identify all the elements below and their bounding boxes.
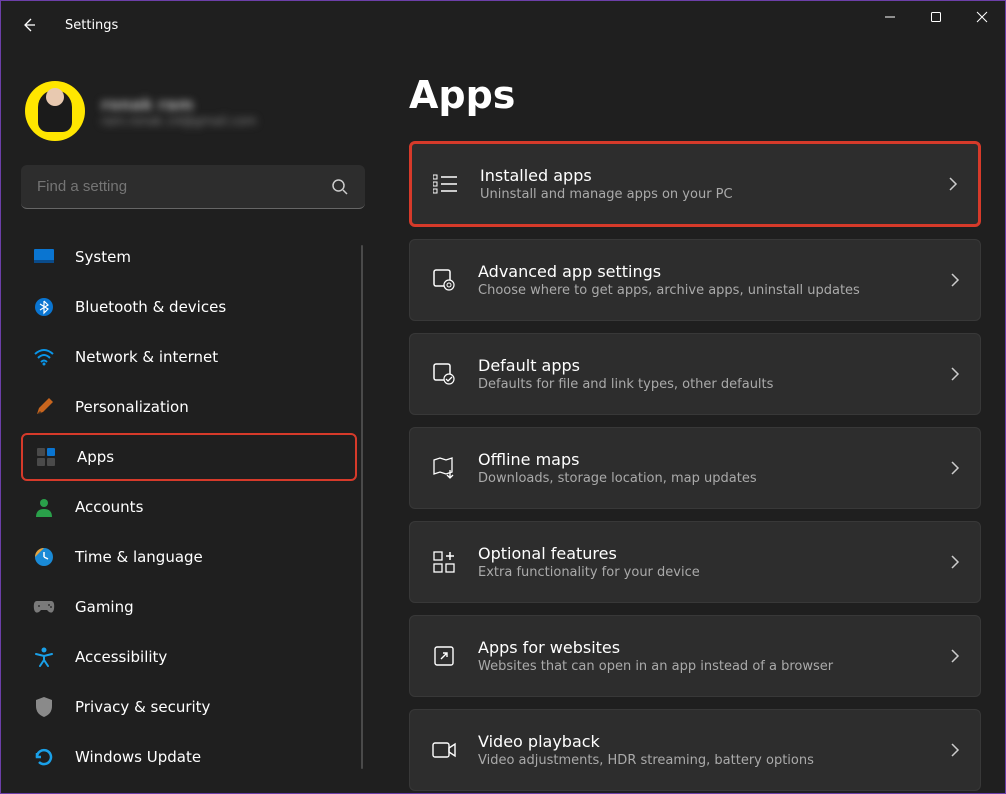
app-title: Settings bbox=[65, 18, 118, 33]
card-title: Installed apps bbox=[480, 166, 928, 185]
card-installed-apps[interactable]: Installed apps Uninstall and manage apps… bbox=[409, 141, 981, 227]
sidebar-item-bluetooth[interactable]: Bluetooth & devices bbox=[21, 283, 357, 331]
card-video-playback[interactable]: Video playback Video adjustments, HDR st… bbox=[409, 709, 981, 791]
app-check-icon bbox=[430, 360, 458, 388]
chevron-right-icon bbox=[950, 742, 960, 758]
list-icon bbox=[432, 170, 460, 198]
search-input[interactable] bbox=[37, 178, 331, 195]
sidebar-item-label: Gaming bbox=[75, 598, 134, 616]
user-profile[interactable]: ronak ram ram.ronak.14@gmail.com bbox=[25, 81, 361, 141]
sidebar-item-label: Windows Update bbox=[75, 748, 201, 766]
close-button[interactable] bbox=[959, 1, 1005, 33]
sidebar-item-label: Bluetooth & devices bbox=[75, 298, 226, 316]
card-desc: Extra functionality for your device bbox=[478, 565, 930, 580]
sidebar-item-label: Accessibility bbox=[75, 648, 167, 666]
back-button[interactable] bbox=[9, 5, 49, 45]
brush-icon bbox=[33, 396, 55, 418]
card-desc: Choose where to get apps, archive apps, … bbox=[478, 283, 930, 298]
card-title: Offline maps bbox=[478, 450, 930, 469]
card-default-apps[interactable]: Default apps Defaults for file and link … bbox=[409, 333, 981, 415]
clock-icon bbox=[33, 546, 55, 568]
sidebar-item-privacy[interactable]: Privacy & security bbox=[21, 683, 357, 731]
user-name: ronak ram bbox=[101, 95, 257, 114]
card-desc: Downloads, storage location, map updates bbox=[478, 471, 930, 486]
chevron-right-icon bbox=[950, 460, 960, 476]
sidebar-item-gaming[interactable]: Gaming bbox=[21, 583, 357, 631]
card-offline-maps[interactable]: Offline maps Downloads, storage location… bbox=[409, 427, 981, 509]
sidebar-item-label: Network & internet bbox=[75, 348, 218, 366]
card-apps-for-websites[interactable]: Apps for websites Websites that can open… bbox=[409, 615, 981, 697]
open-link-icon bbox=[430, 642, 458, 670]
nav-scrollbar[interactable] bbox=[361, 245, 363, 769]
sidebar-item-label: Privacy & security bbox=[75, 698, 210, 716]
sidebar-item-accounts[interactable]: Accounts bbox=[21, 483, 357, 531]
main-content: Apps Installed apps Uninstall and manage… bbox=[381, 49, 1005, 793]
sidebar-item-update[interactable]: Windows Update bbox=[21, 733, 357, 781]
sidebar-item-label: Time & language bbox=[75, 548, 203, 566]
sidebar-item-accessibility[interactable]: Accessibility bbox=[21, 633, 357, 681]
sidebar-item-personalization[interactable]: Personalization bbox=[21, 383, 357, 431]
sidebar-item-system[interactable]: System bbox=[21, 233, 357, 281]
sidebar-item-label: System bbox=[75, 248, 131, 266]
search-box[interactable] bbox=[21, 165, 365, 209]
app-gear-icon bbox=[430, 266, 458, 294]
maximize-button[interactable] bbox=[913, 1, 959, 33]
shield-icon bbox=[33, 696, 55, 718]
chevron-right-icon bbox=[948, 176, 958, 192]
sidebar-item-label: Personalization bbox=[75, 398, 189, 416]
person-icon bbox=[33, 496, 55, 518]
card-title: Advanced app settings bbox=[478, 262, 930, 281]
card-title: Video playback bbox=[478, 732, 930, 751]
card-advanced-app-settings[interactable]: Advanced app settings Choose where to ge… bbox=[409, 239, 981, 321]
card-desc: Uninstall and manage apps on your PC bbox=[480, 187, 928, 202]
sidebar: ronak ram ram.ronak.14@gmail.com System … bbox=[1, 49, 381, 793]
chevron-right-icon bbox=[950, 554, 960, 570]
display-icon bbox=[33, 246, 55, 268]
nav-list: System Bluetooth & devices Network & int… bbox=[21, 233, 365, 781]
card-title: Apps for websites bbox=[478, 638, 930, 657]
card-optional-features[interactable]: Optional features Extra functionality fo… bbox=[409, 521, 981, 603]
minimize-button[interactable] bbox=[867, 1, 913, 33]
sidebar-item-label: Apps bbox=[77, 448, 114, 466]
sidebar-item-label: Accounts bbox=[75, 498, 143, 516]
map-download-icon bbox=[430, 454, 458, 482]
chevron-right-icon bbox=[950, 272, 960, 288]
card-desc: Websites that can open in an app instead… bbox=[478, 659, 930, 674]
apps-icon bbox=[35, 446, 57, 468]
card-desc: Defaults for file and link types, other … bbox=[478, 377, 930, 392]
bluetooth-icon bbox=[33, 296, 55, 318]
gamepad-icon bbox=[33, 596, 55, 618]
card-title: Default apps bbox=[478, 356, 930, 375]
card-title: Optional features bbox=[478, 544, 930, 563]
sidebar-item-network[interactable]: Network & internet bbox=[21, 333, 357, 381]
user-email: ram.ronak.14@gmail.com bbox=[101, 114, 257, 128]
update-icon bbox=[33, 746, 55, 768]
video-icon bbox=[430, 736, 458, 764]
avatar bbox=[25, 81, 85, 141]
chevron-right-icon bbox=[950, 648, 960, 664]
chevron-right-icon bbox=[950, 366, 960, 382]
sidebar-item-time[interactable]: Time & language bbox=[21, 533, 357, 581]
sidebar-item-apps[interactable]: Apps bbox=[21, 433, 357, 481]
page-title: Apps bbox=[409, 73, 981, 117]
accessibility-icon bbox=[33, 646, 55, 668]
search-icon bbox=[331, 178, 349, 196]
wifi-icon bbox=[33, 346, 55, 368]
apps-plus-icon bbox=[430, 548, 458, 576]
card-desc: Video adjustments, HDR streaming, batter… bbox=[478, 753, 930, 768]
